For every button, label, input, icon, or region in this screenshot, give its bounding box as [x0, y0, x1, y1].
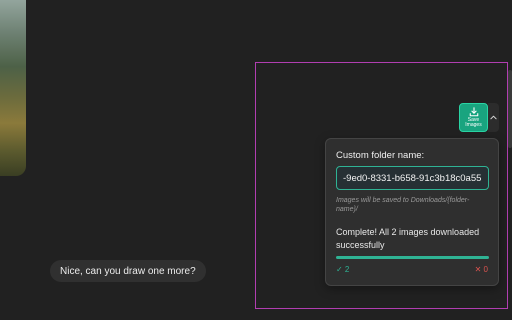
success-count: ✓ 2: [336, 265, 350, 274]
download-icon: [469, 107, 478, 117]
save-location-hint: Images will be saved to Downloads/{folde…: [336, 197, 470, 213]
generated-image-thumbnail[interactable]: [0, 0, 26, 176]
folder-name-label: Custom folder name:: [336, 150, 425, 161]
scrollbar[interactable]: [508, 70, 512, 148]
save-images-button[interactable]: Save Images: [459, 103, 488, 132]
download-status-text: Complete! All 2 images downloaded succes…: [336, 227, 480, 250]
user-chat-message: Nice, can you draw one more?: [50, 260, 206, 282]
error-count: ✕ 0: [474, 265, 488, 274]
download-progress-bar: [336, 256, 489, 259]
download-options-panel: Custom folder name: Images will be saved…: [325, 138, 499, 286]
chevron-up-icon: [490, 115, 497, 120]
download-progress-fill: [336, 256, 489, 259]
dropdown-toggle-button[interactable]: [488, 103, 499, 132]
save-images-label: Save Images: [465, 117, 482, 128]
folder-name-input[interactable]: [336, 166, 489, 190]
